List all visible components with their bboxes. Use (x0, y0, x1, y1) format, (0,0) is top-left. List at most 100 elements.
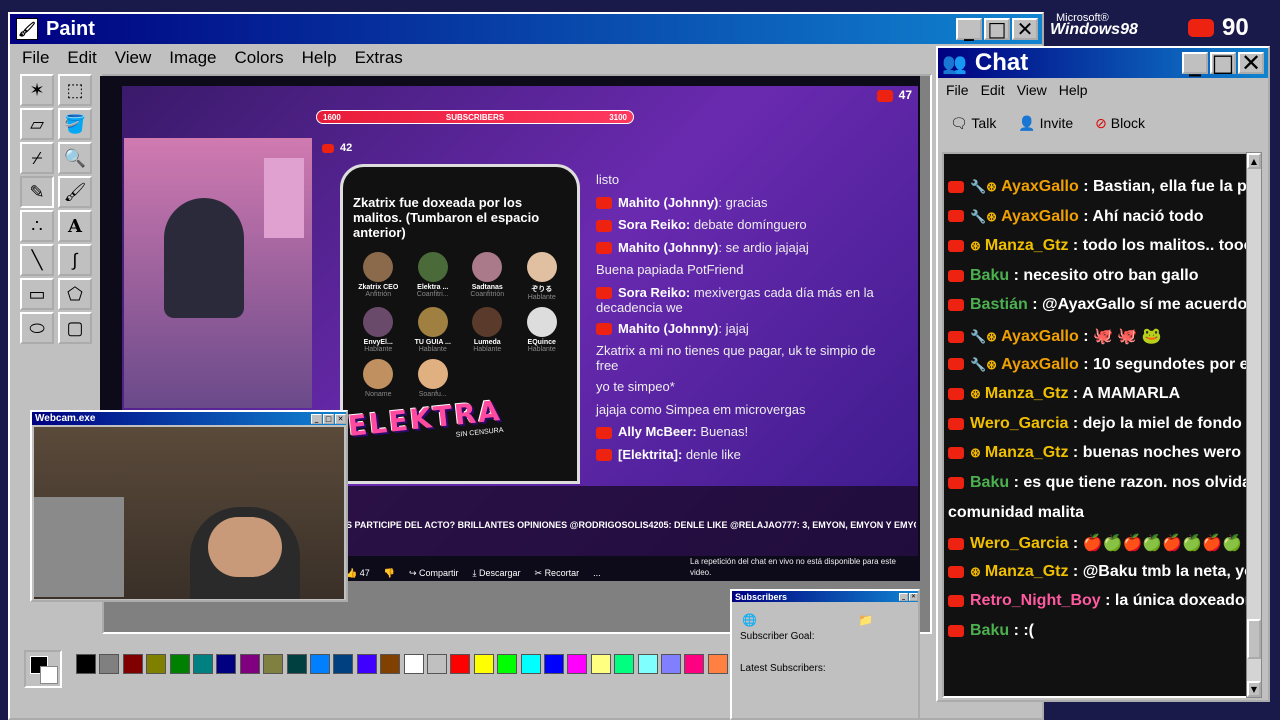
color-swatch[interactable] (193, 654, 213, 674)
color-swatch[interactable] (169, 654, 190, 674)
color-swatch[interactable] (544, 654, 564, 674)
color-swatch[interactable] (380, 654, 401, 674)
speaker-role: Hablante (364, 346, 393, 353)
menu-colors[interactable]: Colors (235, 48, 284, 68)
clip-button[interactable]: ✂ Recortar (535, 568, 580, 579)
color-swatch[interactable] (520, 654, 541, 674)
chat-username[interactable]: Bastián (970, 296, 1028, 313)
brush-icon[interactable]: 🖌 (58, 176, 92, 208)
color-swatch[interactable] (637, 654, 658, 674)
chat-menu-view[interactable]: View (1017, 82, 1047, 98)
color-swatch[interactable] (216, 654, 237, 674)
chat-close-button[interactable]: ✕ (1238, 49, 1264, 77)
menu-image[interactable]: Image (169, 48, 216, 68)
current-colors[interactable] (24, 650, 62, 688)
scroll-down-arrow[interactable]: ▼ (1247, 681, 1261, 697)
color-picker-icon[interactable]: ⌿ (20, 142, 54, 174)
webcam-minimize-button[interactable]: _ (311, 413, 322, 424)
line-icon[interactable]: ╲ (20, 244, 54, 276)
minimize-button[interactable]: _ (956, 17, 982, 41)
share-button[interactable]: ↪ Compartir (409, 568, 459, 579)
chat-username[interactable]: Baku (970, 474, 1009, 491)
chat-username[interactable]: Baku (970, 267, 1009, 284)
rounded-rect-icon[interactable]: ▢ (58, 312, 92, 344)
chat-menu-file[interactable]: File (946, 82, 969, 98)
chat-username[interactable]: Baku (970, 622, 1009, 639)
color-swatch[interactable] (567, 654, 588, 674)
webcam-maximize-button[interactable]: □ (323, 413, 334, 424)
color-swatch[interactable] (684, 654, 705, 674)
badge-icon: 🔧⊛ (970, 356, 998, 372)
pencil-icon[interactable]: ✎ (20, 176, 54, 208)
color-swatch[interactable] (356, 654, 377, 674)
color-swatch[interactable] (239, 654, 260, 674)
color-swatch[interactable] (450, 654, 471, 674)
free-select-icon[interactable]: ✶ (20, 74, 54, 106)
scroll-up-arrow[interactable]: ▲ (1247, 153, 1261, 169)
magnifier-icon[interactable]: 🔍 (58, 142, 92, 174)
color-swatch[interactable] (122, 654, 143, 674)
subs-close-button[interactable]: ✕ (909, 592, 918, 601)
maximize-button[interactable]: □ (984, 17, 1010, 41)
menu-view[interactable]: View (115, 48, 152, 68)
color-swatch[interactable] (310, 654, 330, 674)
chat-username[interactable]: AyaxGallo (1001, 328, 1079, 345)
fill-icon[interactable]: 🪣 (58, 108, 92, 140)
scroll-thumb[interactable] (1247, 619, 1261, 659)
color-swatch[interactable] (146, 654, 167, 674)
rectangle-icon[interactable]: ▭ (20, 278, 54, 310)
chat-username[interactable]: AyaxGallo (1001, 208, 1079, 225)
chat-username[interactable]: Wero_Garcia (970, 415, 1068, 432)
ellipse-icon[interactable]: ⬭ (20, 312, 54, 344)
talk-button[interactable]: 🗨 Talk (950, 115, 996, 132)
chat-username[interactable]: AyaxGallo (1001, 356, 1079, 373)
chat-menu-edit[interactable]: Edit (981, 82, 1005, 98)
menu-edit[interactable]: Edit (67, 48, 96, 68)
color-swatch[interactable] (99, 654, 120, 674)
rect-select-icon[interactable]: ⬚ (58, 74, 92, 106)
chat-username[interactable]: Manza_Gtz (985, 444, 1069, 461)
more-button[interactable]: ... (593, 568, 601, 578)
chat-username[interactable]: Manza_Gtz (985, 237, 1069, 254)
chat-username[interactable]: Retro_Night_Boy (970, 592, 1101, 609)
menu-help[interactable]: Help (302, 48, 337, 68)
chat-text: : :( (1009, 622, 1034, 639)
dislike-icon[interactable]: 👎 (384, 568, 395, 579)
color-swatch[interactable] (497, 654, 518, 674)
block-button[interactable]: ⊘ Block (1095, 115, 1145, 132)
invite-button[interactable]: 👤 Invite (1018, 115, 1073, 132)
like-button[interactable]: 👍 47 (346, 568, 370, 579)
eraser-icon[interactable]: ▱ (20, 108, 54, 140)
chat-minimize-button[interactable]: _ (1182, 49, 1208, 77)
chat-scrollbar[interactable]: ▲ ▼ (1246, 152, 1262, 698)
subs-minimize-button[interactable]: _ (899, 592, 908, 601)
menu-extras[interactable]: Extras (355, 48, 403, 68)
curve-icon[interactable]: ∫ (58, 244, 92, 276)
youtube-icon (948, 330, 964, 343)
color-swatch[interactable] (614, 654, 635, 674)
close-button[interactable]: ✕ (1012, 17, 1038, 41)
color-swatch[interactable] (333, 654, 354, 674)
polygon-icon[interactable]: ⬠ (58, 278, 92, 310)
color-swatch[interactable] (76, 654, 96, 674)
color-swatch[interactable] (590, 654, 611, 674)
color-swatch[interactable] (661, 654, 681, 674)
menu-file[interactable]: File (22, 48, 49, 68)
airbrush-icon[interactable]: ∴ (20, 210, 54, 242)
color-swatch[interactable] (286, 654, 307, 674)
color-swatch[interactable] (403, 654, 424, 674)
chat-menu-help[interactable]: Help (1059, 82, 1088, 98)
webcam-close-button[interactable]: ✕ (335, 413, 346, 424)
color-swatch[interactable] (263, 654, 284, 674)
chat-maximize-button[interactable]: □ (1210, 49, 1236, 77)
text-icon[interactable]: A (58, 210, 92, 242)
color-swatch[interactable] (707, 654, 728, 674)
chat-username[interactable]: Manza_Gtz (985, 385, 1069, 402)
chat-username[interactable]: Wero_Garcia (970, 535, 1068, 552)
color-swatch[interactable] (427, 654, 447, 674)
chat-username[interactable]: Manza_Gtz (985, 563, 1069, 580)
speaker-name: Sadtanas (471, 284, 503, 291)
color-swatch[interactable] (473, 654, 494, 674)
chat-username[interactable]: AyaxGallo (1001, 178, 1079, 195)
download-button[interactable]: ⤓ Descargar (473, 568, 521, 579)
